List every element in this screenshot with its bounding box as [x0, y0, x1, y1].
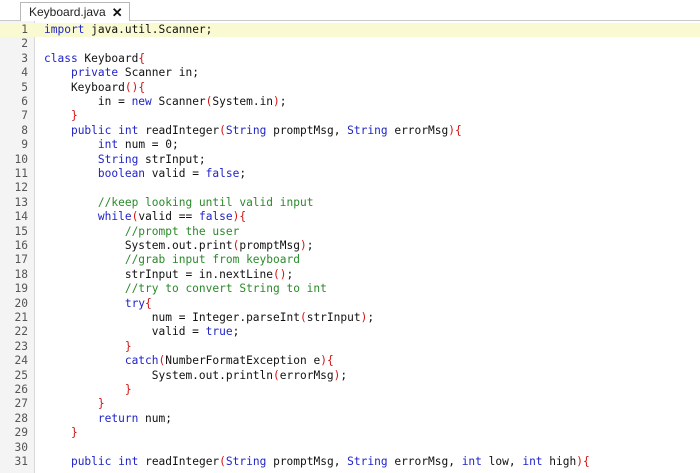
line-number: 29 — [14, 426, 28, 440]
code-line[interactable]: 31 public int readInteger(String promptM… — [0, 455, 700, 469]
code-text: num = Integer.parseInt(strInput); — [44, 311, 375, 324]
line-number: 7 — [21, 109, 28, 123]
line-number: 20 — [14, 296, 28, 310]
code-text: } — [70, 109, 78, 123]
code-line[interactable]: 12 — [0, 181, 700, 195]
line-number: 22 — [14, 325, 28, 339]
code-line[interactable]: 30 — [0, 441, 700, 455]
code-text: } — [97, 397, 105, 411]
code-text: int num = 0; — [97, 138, 179, 152]
code-line[interactable]: 14 while(valid == false){ — [0, 210, 700, 224]
code-line[interactable]: 20 try{ — [0, 297, 700, 311]
code-line[interactable]: 5 Keyboard(){ — [0, 81, 700, 95]
line-number: 21 — [14, 311, 28, 324]
code-text: public int readInteger(String promptMsg,… — [70, 455, 590, 468]
code-line[interactable]: 23 } — [0, 340, 700, 354]
code-text: strInput = in.nextLine(); — [44, 267, 294, 281]
code-line[interactable]: 29 } — [0, 426, 700, 440]
line-number: 8 — [21, 123, 28, 137]
code-text: catch(NumberFormatException e){ — [124, 354, 334, 368]
code-line[interactable]: 9 int num = 0; — [0, 138, 700, 152]
code-text: in = new Scanner(System.in); — [44, 95, 287, 108]
line-number: 11 — [14, 167, 28, 180]
editor-tab-bar: Keyboard.java ✕ — [0, 0, 700, 21]
line-number: 28 — [14, 411, 28, 425]
code-line[interactable]: 18 strInput = in.nextLine(); — [0, 268, 700, 282]
line-number: 23 — [14, 339, 28, 353]
code-text: System.out.println(errorMsg); — [44, 368, 348, 382]
code-text: return num; — [97, 411, 172, 425]
code-text: } — [70, 426, 78, 440]
file-tab-label: Keyboard.java — [29, 5, 106, 19]
code-line[interactable]: 28 return num; — [0, 412, 700, 426]
line-number: 2 — [21, 37, 28, 51]
code-text: boolean valid = false; — [97, 167, 247, 180]
code-editor[interactable]: 1 import java.util.Scanner; 2 3 class Keyboa… — [0, 21, 700, 473]
code-line[interactable]: 25 System.out.println(errorMsg); — [0, 369, 700, 383]
code-text: private Scanner in; — [70, 66, 199, 80]
line-number: 6 — [21, 95, 28, 108]
code-line[interactable]: 21 num = Integer.parseInt(strInput); — [0, 311, 700, 325]
code-text: //grab input from keyboard — [124, 253, 300, 267]
line-number: 14 — [14, 210, 28, 224]
line-number: 27 — [14, 397, 28, 411]
line-number: 10 — [14, 152, 28, 166]
line-number: 4 — [21, 66, 28, 80]
line-number: 24 — [14, 354, 28, 368]
code-text: try{ — [124, 296, 152, 310]
code-line[interactable]: 22 valid = true; — [0, 325, 700, 339]
line-number: 5 — [21, 80, 28, 94]
line-number: 19 — [14, 282, 28, 296]
code-text: class Keyboard{ — [44, 51, 146, 65]
code-text: //prompt the user — [124, 224, 240, 238]
code-line[interactable]: 26 } — [0, 383, 700, 397]
line-number: 30 — [14, 440, 28, 454]
code-line[interactable]: 16 System.out.print(promptMsg); — [0, 239, 700, 253]
line-number: 31 — [14, 455, 28, 468]
code-line[interactable]: 3 class Keyboard{ — [0, 52, 700, 66]
code-line[interactable]: 2 — [0, 37, 700, 51]
code-line[interactable]: 19 //try to convert String to int — [0, 282, 700, 296]
code-line[interactable]: 4 private Scanner in; — [0, 66, 700, 80]
code-text: String strInput; — [97, 152, 206, 166]
code-text: import java.util.Scanner; — [44, 23, 213, 36]
line-number: 16 — [14, 239, 28, 252]
line-number: 25 — [14, 368, 28, 382]
code-text: public int readInteger(String promptMsg,… — [70, 123, 462, 137]
line-number: 15 — [14, 224, 28, 238]
code-line[interactable]: 7 } — [0, 109, 700, 123]
code-line[interactable]: 15 //prompt the user — [0, 225, 700, 239]
close-icon[interactable]: ✕ — [112, 6, 123, 19]
code-text: //try to convert String to int — [124, 282, 327, 296]
code-line[interactable]: 6 in = new Scanner(System.in); — [0, 95, 700, 109]
code-text: while(valid == false){ — [97, 210, 247, 224]
code-line[interactable]: 11 boolean valid = false; — [0, 167, 700, 181]
code-line[interactable]: 1 import java.util.Scanner; — [0, 23, 700, 38]
code-text: System.out.print(promptMsg); — [44, 239, 314, 252]
line-number: 17 — [14, 253, 28, 267]
file-tab[interactable]: Keyboard.java ✕ — [20, 2, 130, 21]
line-number: 3 — [21, 51, 28, 65]
line-number: 18 — [14, 267, 28, 281]
line-number: 12 — [14, 181, 28, 195]
code-line[interactable]: 10 String strInput; — [0, 153, 700, 167]
code-text: valid = true; — [44, 325, 240, 339]
code-line[interactable]: 8 public int readInteger(String promptMs… — [0, 124, 700, 138]
code-line[interactable]: 24 catch(NumberFormatException e){ — [0, 354, 700, 368]
code-text: } — [124, 383, 132, 396]
line-number: 9 — [21, 138, 28, 152]
code-line[interactable]: 27 } — [0, 397, 700, 411]
code-text: Keyboard(){ — [44, 80, 146, 94]
code-text: } — [124, 339, 132, 353]
code-text: //keep looking until valid input — [97, 195, 314, 209]
code-line[interactable]: 13 //keep looking until valid input — [0, 196, 700, 210]
code-line[interactable]: 17 //grab input from keyboard — [0, 253, 700, 267]
line-number: 26 — [14, 383, 28, 396]
line-number: 13 — [14, 195, 28, 209]
line-number: 1 — [21, 23, 28, 36]
